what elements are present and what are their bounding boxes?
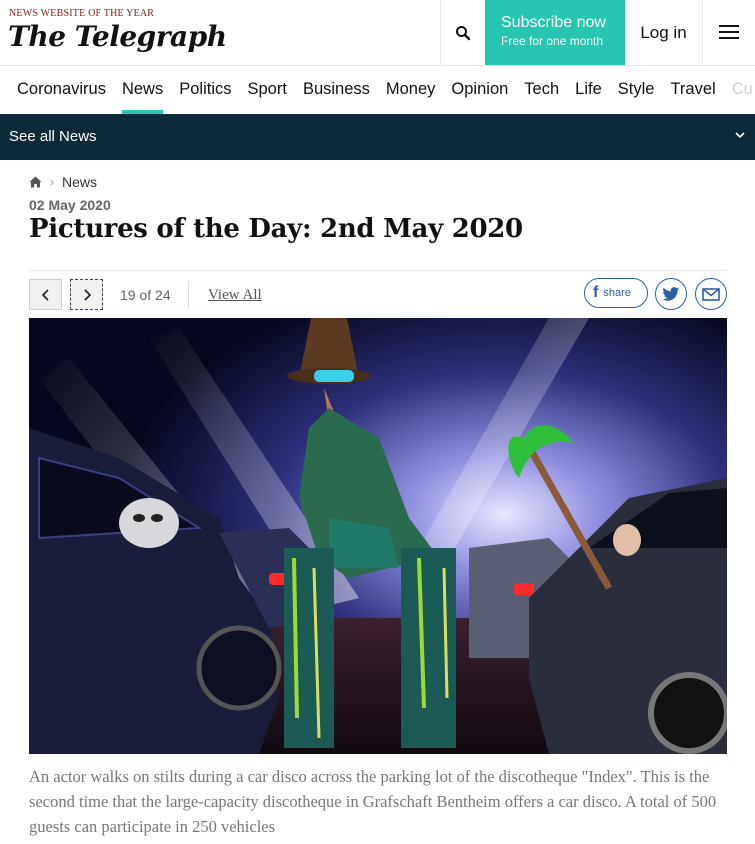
nav-item-news[interactable]: News xyxy=(114,66,171,114)
search-icon xyxy=(456,25,471,40)
facebook-icon: f xyxy=(593,284,599,301)
home-icon[interactable] xyxy=(29,176,42,188)
email-share-button[interactable] xyxy=(695,278,727,310)
breadcrumb-news-link[interactable]: News xyxy=(62,174,97,190)
search-button[interactable] xyxy=(440,0,485,65)
chevron-down-icon xyxy=(735,132,745,139)
tagline: NEWS WEBSITE OF THE YEAR xyxy=(9,8,155,19)
nav-item-money[interactable]: Money xyxy=(378,66,444,114)
subscribe-button[interactable]: Subscribe now Free for one month xyxy=(485,0,625,65)
telegraph-logo[interactable]: The Telegraph xyxy=(8,20,227,53)
nav-item-life[interactable]: Life xyxy=(567,66,610,114)
menu-button[interactable] xyxy=(702,0,755,65)
gallery-counter: 19 of 24 xyxy=(120,287,171,303)
article-date: 02 May 2020 xyxy=(29,197,111,213)
nav-item-business[interactable]: Business xyxy=(295,66,378,114)
view-all-link[interactable]: View All xyxy=(208,287,262,304)
nav-item-tech[interactable]: Tech xyxy=(516,66,567,114)
nav-item-sport[interactable]: Sport xyxy=(240,66,295,114)
nav-item-coronavirus[interactable]: Coronavirus xyxy=(9,66,114,114)
nav-item-travel[interactable]: Travel xyxy=(662,66,723,114)
email-icon xyxy=(702,287,720,301)
see-all-news-label: See all News xyxy=(9,128,97,145)
subscribe-label: Subscribe now xyxy=(501,14,606,31)
chevron-right-icon xyxy=(83,288,91,301)
nav-item-politics[interactable]: Politics xyxy=(171,66,239,114)
car-disco-photo xyxy=(29,318,727,754)
share-label: share xyxy=(603,287,631,299)
twitter-icon xyxy=(662,286,680,301)
gallery-photo[interactable] xyxy=(29,318,727,754)
breadcrumb-separator: › xyxy=(50,175,54,189)
nav-item-style[interactable]: Style xyxy=(610,66,663,114)
twitter-share-button[interactable] xyxy=(655,278,687,310)
chevron-left-icon xyxy=(41,288,49,301)
next-button[interactable] xyxy=(70,279,103,310)
site-header: NEWS WEBSITE OF THE YEAR The Telegraph S… xyxy=(0,0,755,66)
nav-item-culture[interactable]: Cu xyxy=(724,66,755,114)
subscribe-sublabel: Free for one month xyxy=(501,34,604,48)
previous-button[interactable] xyxy=(29,279,62,310)
photo-caption: An actor walks on stilts during a car di… xyxy=(29,767,717,836)
main-nav: Coronavirus News Politics Sport Business… xyxy=(0,66,755,114)
gallery-controls: 19 of 24 View All f share xyxy=(29,270,727,316)
nav-item-opinion[interactable]: Opinion xyxy=(443,66,516,114)
hamburger-menu-icon xyxy=(719,25,739,40)
see-all-news-bar[interactable]: See all News xyxy=(0,114,755,160)
page-title: Pictures of the Day: 2nd May 2020 xyxy=(29,214,523,244)
login-button[interactable]: Log in xyxy=(625,0,702,65)
divider xyxy=(188,281,189,309)
facebook-share-button[interactable]: f share xyxy=(584,278,648,308)
breadcrumb: › News xyxy=(29,174,97,190)
